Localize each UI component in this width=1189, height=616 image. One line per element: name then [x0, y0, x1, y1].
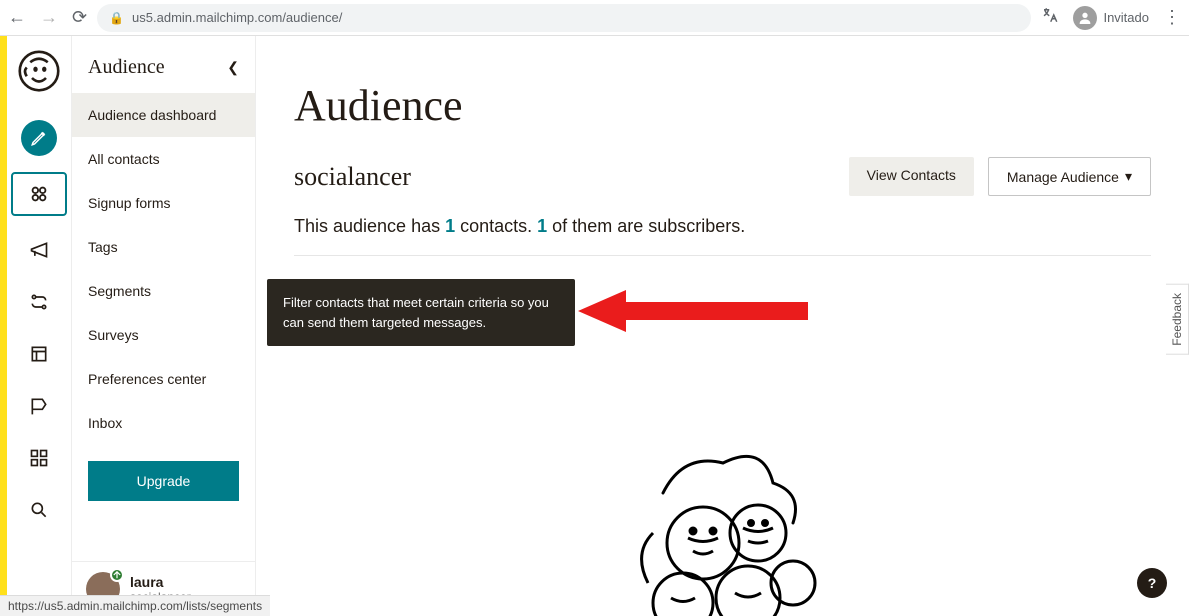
divider [294, 255, 1151, 256]
view-contacts-button[interactable]: View Contacts [849, 157, 974, 196]
chevron-down-icon: ▾ [1125, 168, 1132, 185]
annotation-arrow [578, 286, 808, 339]
forward-button[interactable]: → [40, 7, 58, 28]
automations-icon[interactable] [21, 284, 57, 320]
segments-tooltip: Filter contacts that meet certain criter… [267, 279, 575, 346]
translate-icon[interactable] [1041, 6, 1059, 29]
back-button[interactable]: ← [8, 7, 26, 28]
nav-preferences-center[interactable]: Preferences center [72, 357, 255, 401]
browser-chrome: ← → ⟳ 🔒 us5.admin.mailchimp.com/audience… [0, 0, 1189, 36]
upgrade-button[interactable]: Upgrade [88, 461, 239, 501]
url-text: us5.admin.mailchimp.com/audience/ [132, 10, 342, 25]
guest-profile[interactable]: Invitado [1073, 6, 1149, 30]
sub-header: socialancer View Contacts Manage Audienc… [294, 157, 1151, 196]
contacts-count: 1 [445, 216, 455, 236]
side-header: Audience ❮ [72, 36, 255, 93]
nav-signup-forms[interactable]: Signup forms [72, 181, 255, 225]
nav-list: Audience dashboard All contacts Signup f… [72, 93, 255, 445]
icon-rail [7, 36, 72, 616]
menu-icon[interactable]: ⋮ [1163, 7, 1181, 28]
url-bar[interactable]: 🔒 us5.admin.mailchimp.com/audience/ [97, 4, 1031, 32]
status-url: https://us5.admin.mailchimp.com/lists/se… [8, 599, 262, 613]
manage-audience-button[interactable]: Manage Audience ▾ [988, 157, 1151, 196]
page-title: Audience [294, 80, 1151, 131]
audience-illustration [593, 433, 853, 616]
nav-segments[interactable]: Segments [72, 269, 255, 313]
user-name: laura [130, 574, 191, 590]
action-buttons: View Contacts Manage Audience ▾ [849, 157, 1151, 196]
subscribers-count: 1 [537, 216, 547, 236]
accent-bar [0, 36, 7, 616]
create-icon[interactable] [21, 120, 57, 156]
status-badge-icon [110, 568, 124, 582]
reload-button[interactable]: ⟳ [72, 7, 87, 28]
nav-all-contacts[interactable]: All contacts [72, 137, 255, 181]
collapse-icon[interactable]: ❮ [227, 59, 239, 76]
status-bar: https://us5.admin.mailchimp.com/lists/se… [0, 595, 270, 616]
user-icon [1073, 6, 1097, 30]
chrome-right: Invitado ⋮ [1041, 6, 1181, 30]
audience-stats: This audience has 1 contacts. 1 of them … [294, 216, 1151, 237]
lock-icon: 🔒 [109, 11, 124, 25]
nav-buttons: ← → ⟳ [8, 7, 87, 28]
nav-audience-dashboard[interactable]: Audience dashboard [72, 93, 255, 137]
nav-surveys[interactable]: Surveys [72, 313, 255, 357]
audience-name: socialancer [294, 162, 411, 192]
section-title: Audience [88, 56, 165, 79]
website-icon[interactable] [21, 336, 57, 372]
feedback-tab[interactable]: Feedback [1166, 284, 1189, 355]
campaigns-icon[interactable] [21, 232, 57, 268]
nav-tags[interactable]: Tags [72, 225, 255, 269]
mailchimp-logo[interactable] [18, 50, 60, 92]
help-button[interactable]: ? [1137, 568, 1167, 598]
integrations-icon[interactable] [21, 440, 57, 476]
side-nav: Audience ❮ Audience dashboard All contac… [72, 36, 256, 616]
audience-icon[interactable] [11, 172, 67, 216]
guest-label: Invitado [1103, 10, 1149, 25]
content-icon[interactable] [21, 388, 57, 424]
nav-inbox[interactable]: Inbox [72, 401, 255, 445]
search-icon[interactable] [21, 492, 57, 528]
